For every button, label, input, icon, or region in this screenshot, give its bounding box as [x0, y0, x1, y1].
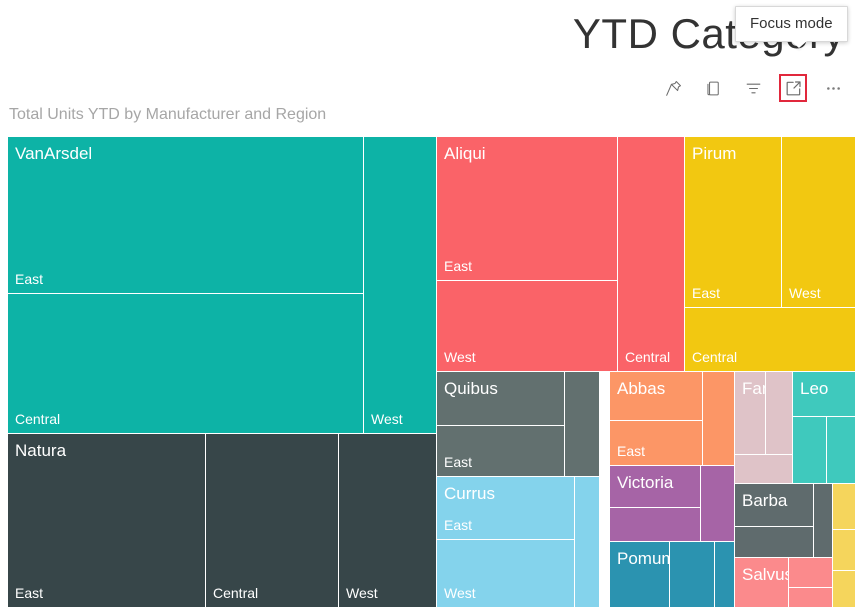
- tile-region-label: East: [617, 443, 646, 459]
- tile-manufacturer-label: Currus: [444, 484, 496, 503]
- treemap-tile[interactable]: [670, 542, 714, 607]
- tooltip-arrow: [791, 41, 807, 48]
- visual-title: Total Units YTD by Manufacturer and Regi…: [9, 106, 327, 123]
- tile-manufacturer-label: Leo: [800, 379, 829, 398]
- tile-region-label: West: [346, 585, 378, 601]
- treemap-tile[interactable]: [610, 508, 700, 541]
- treemap-tile[interactable]: [703, 372, 734, 465]
- treemap-tile[interactable]: Natura East: [8, 434, 205, 607]
- treemap-tile[interactable]: [833, 530, 855, 570]
- powerbi-report-page: YTD Category Focus mode Total Units YTD …: [0, 0, 855, 607]
- treemap-tile[interactable]: [735, 455, 792, 483]
- treemap-tile[interactable]: [575, 477, 599, 607]
- treemap-tile[interactable]: West: [437, 540, 574, 607]
- treemap-tile[interactable]: Central: [206, 434, 338, 607]
- treemap-tile[interactable]: [789, 588, 832, 607]
- treemap-tile[interactable]: [814, 484, 832, 557]
- treemap-tile[interactable]: [833, 571, 855, 607]
- treemap-tile[interactable]: [793, 417, 826, 483]
- treemap-tile[interactable]: Victoria: [610, 466, 700, 507]
- treemap-tile[interactable]: [833, 484, 855, 529]
- tile-manufacturer-label: Victoria: [617, 473, 674, 492]
- treemap-tile[interactable]: [701, 466, 734, 541]
- tile-region-label: Central: [15, 411, 61, 427]
- focus-mode-icon: [784, 79, 803, 98]
- treemap-tile[interactable]: [827, 417, 855, 483]
- treemap-tile[interactable]: [715, 542, 734, 607]
- treemap-tile[interactable]: Central: [685, 308, 855, 371]
- tile-manufacturer-label: Pirum: [692, 144, 737, 163]
- treemap-tile[interactable]: West: [364, 137, 436, 433]
- tile-region-label: East: [444, 454, 473, 470]
- treemap-tile[interactable]: Currus East: [437, 477, 574, 539]
- tile-manufacturer-label: Barba: [742, 491, 788, 510]
- treemap-tile[interactable]: Pirum East: [685, 137, 781, 307]
- treemap-tile[interactable]: West: [437, 281, 617, 371]
- filters-button[interactable]: [739, 74, 767, 102]
- tile-manufacturer-label: Quibus: [444, 379, 498, 398]
- tile-region-label: East: [444, 517, 473, 533]
- treemap-tile[interactable]: West: [339, 434, 436, 607]
- tile-region-label: East: [444, 258, 473, 274]
- tile-region-label: Central: [625, 349, 671, 365]
- tile-region-label: East: [15, 271, 44, 287]
- tile-region-label: West: [444, 349, 476, 365]
- more-options-button[interactable]: [819, 74, 847, 102]
- tile-manufacturer-label: Natura: [15, 441, 67, 460]
- treemap-tile[interactable]: East: [610, 421, 702, 465]
- tile-region-label: Central: [213, 585, 259, 601]
- tile-region-label: West: [371, 411, 403, 427]
- treemap-tile[interactable]: [565, 372, 599, 476]
- ellipsis-icon: [824, 79, 843, 98]
- treemap-tile[interactable]: Barba: [735, 484, 813, 526]
- tile-region-label: Central: [692, 349, 738, 365]
- treemap-tile[interactable]: [766, 372, 792, 454]
- focus-mode-button[interactable]: [779, 74, 807, 102]
- treemap-tile[interactable]: [735, 527, 813, 557]
- treemap-tile[interactable]: West: [782, 137, 855, 307]
- tile-region-label: East: [692, 285, 721, 301]
- tile-manufacturer-label: VanArsdel: [15, 144, 93, 163]
- tooltip-text: Focus mode: [750, 15, 833, 32]
- treemap-tile[interactable]: [789, 558, 832, 587]
- treemap-tile[interactable]: Salvus: [735, 558, 788, 607]
- treemap-tile[interactable]: Quibus: [437, 372, 564, 425]
- tile-manufacturer-label: Salvus: [742, 565, 788, 584]
- tile-manufacturer-label: Fama: [742, 379, 765, 398]
- copy-icon: [704, 79, 723, 98]
- tile-region-label: West: [789, 285, 821, 301]
- treemap-tile[interactable]: Pomum: [610, 542, 669, 607]
- tile-manufacturer-label: Pomum: [617, 549, 669, 568]
- focus-mode-tooltip: Focus mode: [735, 6, 848, 48]
- treemap-tile[interactable]: VanArsdel East: [8, 137, 363, 293]
- pin-to-dashboard-button[interactable]: [659, 74, 687, 102]
- copy-visual-button[interactable]: [699, 74, 727, 102]
- treemap-tile[interactable]: Central: [8, 294, 363, 433]
- treemap-tile[interactable]: Aliqui East: [437, 137, 617, 280]
- treemap-tile[interactable]: Abbas: [610, 372, 702, 420]
- treemap-tile[interactable]: Fama: [735, 372, 765, 454]
- tile-region-label: West: [444, 585, 476, 601]
- tile-manufacturer-label: Abbas: [617, 379, 666, 398]
- treemap-chart[interactable]: VanArsdel East Central West Aliqui East West Ce…: [8, 137, 855, 607]
- tile-manufacturer-label: Aliqui: [444, 144, 486, 163]
- tile-region-label: East: [15, 585, 44, 601]
- treemap-tile[interactable]: Leo: [793, 372, 855, 416]
- filter-icon: [744, 79, 763, 98]
- treemap-tile[interactable]: Central: [618, 137, 684, 371]
- treemap-tile[interactable]: East: [437, 426, 564, 476]
- visual-header-toolbar: [659, 74, 847, 102]
- pin-icon: [664, 79, 683, 98]
